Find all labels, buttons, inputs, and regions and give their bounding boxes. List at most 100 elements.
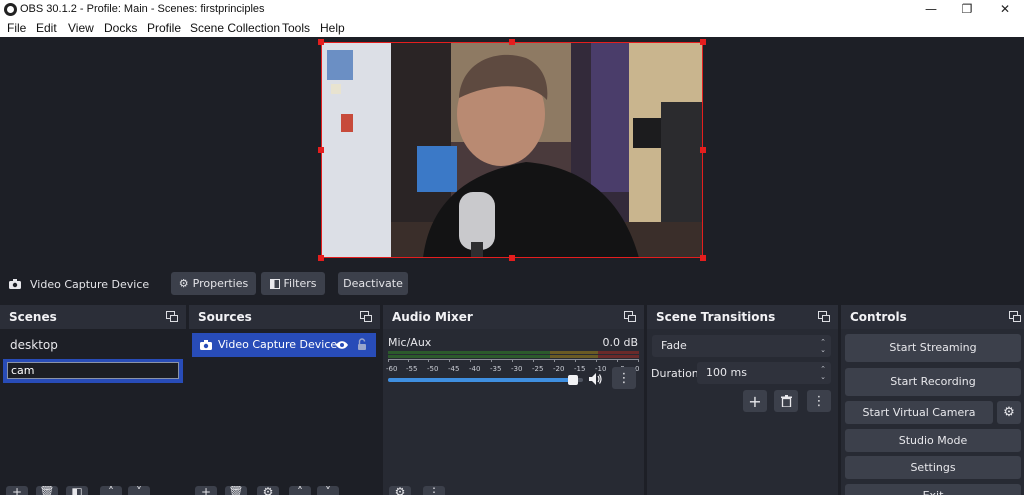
transition-properties-button[interactable]: ⋮: [807, 390, 831, 412]
resize-handle-top[interactable]: [509, 39, 515, 45]
menu-edit[interactable]: Edit: [36, 21, 57, 35]
scene-item-desktop[interactable]: desktop: [3, 333, 183, 357]
filters-button[interactable]: Filters: [261, 272, 325, 295]
advanced-audio-button[interactable]: ⚙: [389, 486, 411, 495]
trash-icon: [780, 395, 792, 407]
undock-icon[interactable]: [360, 311, 372, 322]
undock-icon[interactable]: [166, 311, 178, 322]
camera-icon: [9, 279, 21, 289]
move-scene-down-button[interactable]: ˅: [128, 486, 150, 495]
resize-handle-bottom[interactable]: [509, 255, 515, 261]
resize-handle-left[interactable]: [318, 147, 324, 153]
start-streaming-button[interactable]: Start Streaming: [845, 334, 1021, 362]
scale-tick: -50: [427, 365, 439, 373]
close-button[interactable]: ✕: [986, 0, 1024, 19]
mixer-menu-button[interactable]: ⋮: [612, 367, 636, 389]
menu-docks[interactable]: Docks: [104, 21, 137, 35]
menu-profile[interactable]: Profile: [147, 21, 181, 35]
transition-select[interactable]: Fade ⌃ ⌄: [652, 335, 831, 357]
scene-rename-input[interactable]: [7, 362, 179, 379]
kebab-menu-icon: ⋮: [812, 393, 826, 409]
scale-tick: -30: [511, 365, 523, 373]
minimize-button[interactable]: —: [912, 0, 950, 19]
menu-file[interactable]: File: [7, 21, 26, 35]
speaker-icon[interactable]: [588, 372, 602, 386]
source-toolbar: Video Capture Device ⚙ Properties Filter…: [0, 268, 1024, 301]
add-source-button[interactable]: +: [195, 486, 217, 495]
scale-tick: -60: [386, 365, 398, 373]
audio-mixer-body: Mic/Aux 0.0 dB -60 -55 -50 -45 -40 -35 -…: [383, 329, 644, 495]
sources-dock-header: Sources: [189, 305, 380, 329]
mixer-more-button[interactable]: ⋮: [423, 486, 445, 495]
resize-handle-top-right[interactable]: [700, 39, 706, 45]
scale-tick: -35: [490, 365, 502, 373]
scene-item-cam[interactable]: [3, 359, 183, 383]
unlock-icon[interactable]: [357, 338, 367, 351]
volume-slider-thumb[interactable]: [568, 375, 579, 385]
scene-transitions-dock-header: Scene Transitions: [647, 305, 838, 329]
scale-tick: -15: [574, 365, 586, 373]
move-source-down-button[interactable]: ˅: [317, 486, 339, 495]
sources-dock: Sources Video Capture Device + 🗑 ⚙ ˄ ˅: [189, 305, 380, 495]
undock-icon[interactable]: [624, 311, 636, 322]
sources-title: Sources: [198, 310, 252, 324]
source-item-video-capture[interactable]: Video Capture Device: [192, 333, 376, 357]
channel-level: 0.0 dB: [602, 336, 638, 349]
filters-label: Filters: [283, 277, 317, 290]
remove-source-button[interactable]: 🗑: [225, 486, 247, 495]
controls-dock-header: Controls: [841, 305, 1024, 329]
channel-name: Mic/Aux: [388, 336, 432, 349]
camera-feed-picture: [321, 42, 703, 258]
settings-button[interactable]: Settings: [845, 456, 1021, 479]
remove-transition-button[interactable]: [774, 390, 798, 412]
move-source-up-button[interactable]: ˄: [289, 486, 311, 495]
deactivate-button[interactable]: Deactivate: [338, 272, 408, 295]
properties-button[interactable]: ⚙ Properties: [171, 272, 256, 295]
resize-handle-bottom-left[interactable]: [318, 255, 324, 261]
selected-source-name: Video Capture Device: [30, 278, 150, 291]
scene-filters-button[interactable]: ◧: [66, 486, 88, 495]
start-virtual-camera-button[interactable]: Start Virtual Camera: [845, 401, 993, 424]
scale-tick: -20: [553, 365, 565, 373]
kebab-menu-icon: ⋮: [617, 370, 631, 386]
resize-handle-top-left[interactable]: [318, 39, 324, 45]
select-arrows-icon: ⌃ ⌄: [820, 338, 826, 354]
controls-body: Start Streaming Start Recording Start Vi…: [841, 329, 1024, 495]
undock-icon[interactable]: [1009, 311, 1021, 322]
scenes-dock: Scenes desktop + 🗑 ◧ ˄ ˅: [0, 305, 186, 495]
studio-mode-button[interactable]: Studio Mode: [845, 429, 1021, 452]
add-transition-button[interactable]: +: [743, 390, 767, 412]
source-properties-button[interactable]: ⚙: [257, 486, 279, 495]
volume-slider-fill: [388, 378, 574, 382]
remove-scene-button[interactable]: 🗑: [36, 486, 58, 495]
controls-dock: Controls Start Streaming Start Recording…: [841, 305, 1024, 495]
undock-icon[interactable]: [818, 311, 830, 322]
audio-mixer-dock-header: Audio Mixer: [383, 305, 644, 329]
duration-input[interactable]: 100 ms ⌃ ⌄: [697, 362, 831, 384]
scale-tick: -45: [448, 365, 460, 373]
start-recording-button[interactable]: Start Recording: [845, 368, 1021, 396]
scene-transitions-body: Fade ⌃ ⌄ Duration 100 ms ⌃ ⌄ + ⋮: [647, 329, 838, 495]
menu-bar: File Edit View Docks Profile Scene Colle…: [0, 19, 1024, 37]
scenes-dock-header: Scenes: [0, 305, 186, 329]
eye-icon[interactable]: [335, 340, 349, 350]
menu-view[interactable]: View: [68, 21, 94, 35]
exit-button[interactable]: Exit: [845, 484, 1021, 495]
spinbox-arrows-icon[interactable]: ⌃ ⌄: [819, 365, 827, 381]
duration-label: Duration: [651, 367, 699, 380]
volume-slider-track[interactable]: [388, 375, 583, 385]
maximize-button[interactable]: ❐: [948, 0, 986, 19]
audio-mixer-title: Audio Mixer: [392, 310, 473, 324]
add-scene-button[interactable]: +: [6, 486, 28, 495]
camera-preview-image[interactable]: [321, 42, 703, 258]
scene-transitions-title: Scene Transitions: [656, 310, 776, 324]
menu-help[interactable]: Help: [320, 21, 345, 35]
gear-icon: ⚙: [178, 277, 189, 290]
menu-tools[interactable]: Tools: [282, 21, 310, 35]
move-scene-up-button[interactable]: ˄: [100, 486, 122, 495]
resize-handle-bottom-right[interactable]: [700, 255, 706, 261]
resize-handle-right[interactable]: [700, 147, 706, 153]
gear-icon: ⚙: [1003, 405, 1015, 420]
menu-scene-collection[interactable]: Scene Collection: [190, 21, 280, 35]
virtual-camera-settings-button[interactable]: ⚙: [997, 401, 1021, 424]
